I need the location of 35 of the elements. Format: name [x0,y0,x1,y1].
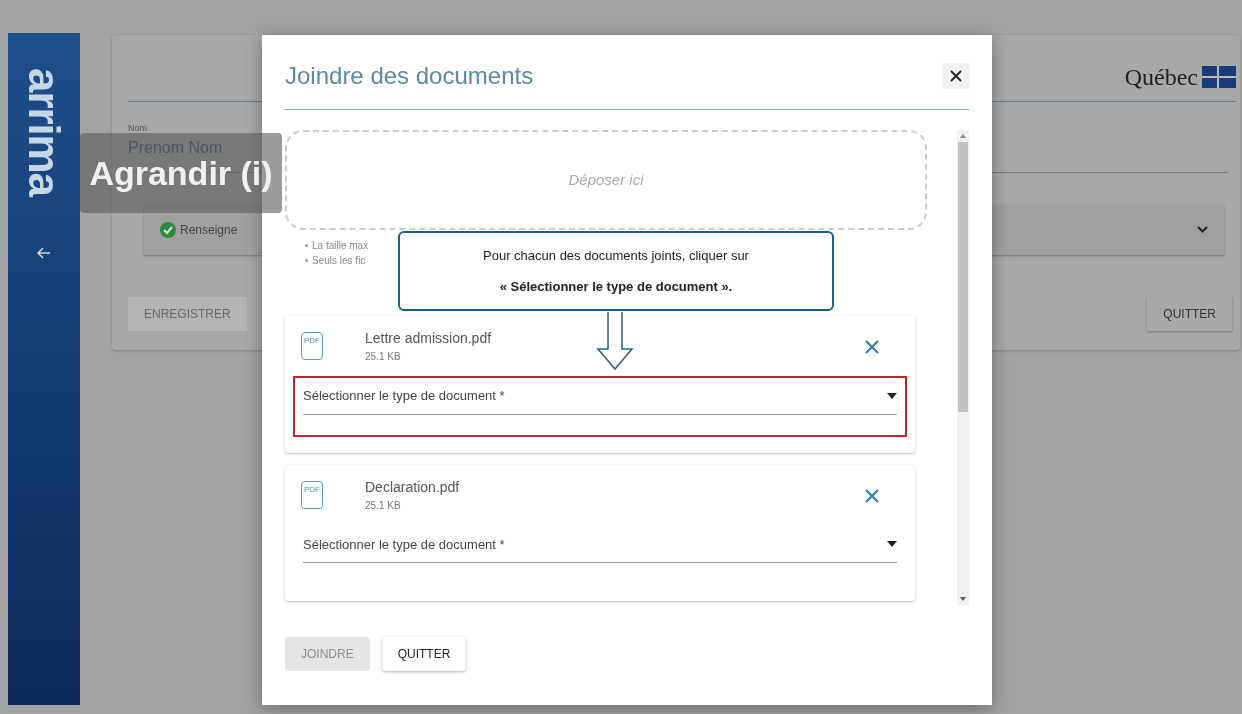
file-name: Declaration.pdf [365,477,460,497]
pdf-label: PDF [304,337,320,345]
document-type-select[interactable]: Sélectionner le type de document * [293,524,907,585]
close-icon [865,488,879,503]
close-icon [950,70,962,82]
back-arrow-icon[interactable] [37,247,51,259]
close-icon [865,340,879,354]
file-size: 25.1 KB [365,498,402,513]
quit-button[interactable]: QUITTER [1147,296,1232,331]
dropdown-caret-icon [887,541,897,548]
brand-logo: arrima [19,68,70,196]
drop-zone-label: Déposer ici [568,169,644,190]
dialog-title: Joindre des documents [285,61,534,91]
dialog-button[interactable]: QUITTER [381,637,467,671]
scroll-down-icon[interactable] [960,597,966,601]
flag-icon [1202,66,1236,88]
chevron-down-icon [1197,226,1208,233]
callout-emphasis: « Sélectionner le type de document ». [499,278,733,296]
note-text: La taille max [312,239,369,253]
close-button[interactable] [943,63,969,89]
note-text: Seuls les fic [312,254,366,268]
file-size: 25.1 KB [365,350,402,364]
dropdown-caret-icon [887,392,897,399]
pdf-label: PDF [304,485,320,494]
name-label: Nom [128,122,148,135]
select-placeholder: Sélectionner le type de document * [303,387,505,405]
document-type-select[interactable]: Sélectionner le type de document * [293,376,907,437]
callout-text: Pour chacun des documents joints, cliquer sur [483,246,749,265]
scrollbar-thumb[interactable] [958,142,968,412]
file-name: Lettre admission.pdf [365,329,492,348]
status-label: Renseigne [180,221,238,239]
check-circle-icon [160,221,176,238]
scroll-up-icon[interactable] [960,134,966,138]
select-placeholder: Sélectionner le type de document * [303,535,505,554]
government-logo-text: Québec [1124,63,1198,92]
